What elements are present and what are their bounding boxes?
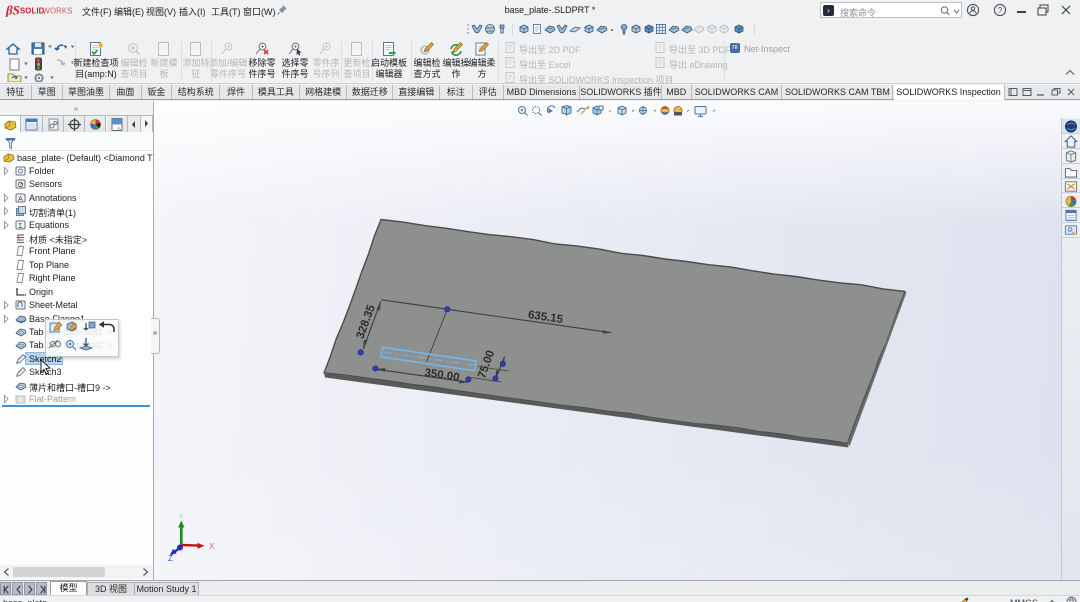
svg-text:A: A — [18, 196, 23, 203]
svg-text:WORKS: WORKS — [43, 7, 73, 16]
svg-text:Z: Z — [168, 554, 173, 563]
svg-text:βS: βS — [5, 3, 20, 18]
svg-text:X: X — [209, 542, 215, 551]
svg-text:Y: Y — [179, 514, 184, 521]
svg-text:Σ: Σ — [18, 221, 22, 230]
svg-text:SOLID: SOLID — [20, 7, 45, 16]
svg-text:?: ? — [998, 5, 1003, 15]
